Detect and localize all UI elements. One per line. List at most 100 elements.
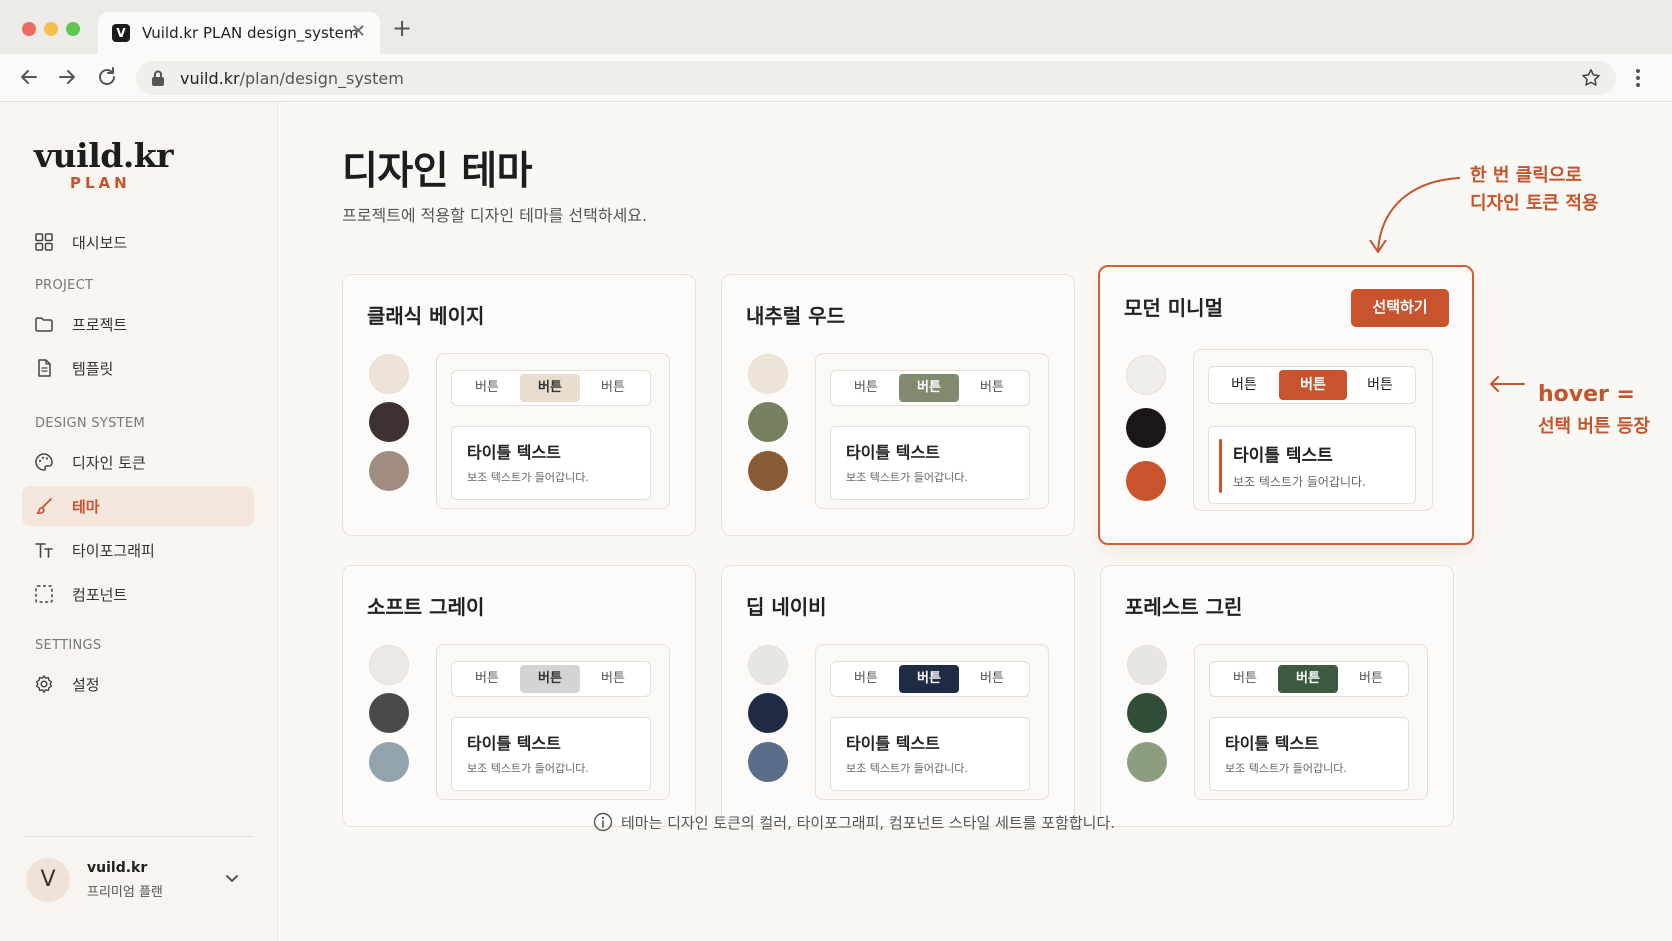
url-text: vuild.kr/plan/design_system [180, 69, 404, 88]
preview-button: 버튼 [601, 380, 625, 395]
section-label-settings: SETTINGS [35, 638, 102, 653]
theme-card[interactable]: 내추럴 우드 버튼 버튼 버튼 타이틀 텍스트 보조 텍스트가 들어갑니다. [721, 274, 1075, 536]
preview-button: 버튼 [899, 374, 959, 402]
address-bar-row: vuild.kr/plan/design_system [0, 54, 1672, 102]
theme-card[interactable]: 딥 네이비 버튼 버튼 버튼 타이틀 텍스트 보조 텍스트가 들어갑니다. [721, 565, 1075, 827]
theme-card[interactable]: 소프트 그레이 버튼 버튼 버튼 타이틀 텍스트 보조 텍스트가 들어갑니다. [342, 565, 696, 827]
preview-title: 타이틀 텍스트 [467, 443, 561, 462]
theme-name: 내추럴 우드 [746, 304, 845, 328]
button-group-preview: 버튼 버튼 버튼 [451, 370, 651, 406]
preview-button: 버튼 [1278, 665, 1338, 693]
maximize-window-button[interactable] [66, 22, 80, 36]
theme-card[interactable]: 클래식 베이지 버튼 버튼 버튼 타이틀 텍스트 보조 텍스트가 들어갑니다. [342, 274, 696, 536]
app: vuild.kr PLAN 대시보드 PROJECT 프로젝트 템플릿 DESI… [0, 102, 1672, 941]
close-window-button[interactable] [22, 22, 36, 36]
theme-name: 모던 미니멀 [1124, 296, 1223, 320]
theme-preview: 버튼 버튼 버튼 타이틀 텍스트 보조 텍스트가 들어갑니다. [815, 353, 1049, 509]
color-swatch [369, 645, 409, 685]
sidebar-item-label: 대시보드 [72, 234, 128, 252]
preview-subtext: 보조 텍스트가 들어갑니다. [1233, 475, 1366, 489]
color-swatch [369, 742, 409, 782]
color-swatch [1126, 408, 1166, 448]
section-label-design-system: DESIGN SYSTEM [35, 416, 145, 431]
preview-button: 버튼 [854, 671, 878, 686]
preview-subtext: 보조 텍스트가 들어갑니다. [467, 762, 589, 775]
accent-bar [1219, 439, 1222, 493]
preview-title: 타이틀 텍스트 [1225, 734, 1319, 753]
forward-arrow-icon[interactable] [54, 64, 80, 90]
document-icon [38, 359, 51, 377]
browser-tab[interactable]: V Vuild.kr PLAN design_system ✕ [98, 12, 380, 54]
preview-button: 버튼 [1279, 370, 1347, 400]
avatar[interactable]: V [26, 858, 70, 902]
preview-button: 버튼 [520, 374, 580, 402]
bookmark-star-icon[interactable] [1580, 67, 1602, 89]
color-swatch [748, 451, 788, 491]
sidebar-item-component[interactable]: 컴포넌트 [22, 574, 254, 614]
sidebar-item-template[interactable]: 템플릿 [22, 348, 254, 388]
text-preview-box: 타이틀 텍스트 보조 텍스트가 들어갑니다. [451, 717, 651, 791]
url-field[interactable]: vuild.kr/plan/design_system [136, 61, 1616, 95]
preview-button: 버튼 [899, 665, 959, 693]
browser-menu-icon[interactable] [1634, 66, 1642, 90]
page-title: 디자인 테마 [342, 149, 532, 194]
preview-button: 버튼 [475, 671, 499, 686]
sidebar-item-typography[interactable]: 타이포그래피 [22, 530, 254, 570]
gear-icon [35, 675, 53, 693]
browser-tab-bar: V Vuild.kr PLAN design_system ✕ + [0, 0, 1672, 54]
hover-annotation-title: hover = [1538, 382, 1635, 407]
folder-icon [35, 317, 53, 332]
sidebar-item-dashboard[interactable]: 대시보드 [22, 222, 254, 262]
chevron-down-icon[interactable] [224, 870, 240, 886]
favicon-icon: V [112, 24, 130, 42]
color-swatch [369, 402, 409, 442]
text-preview-box: 타이틀 텍스트 보조 텍스트가 들어갑니다. [1209, 717, 1409, 791]
theme-card[interactable]: 모던 미니멀 선택하기버튼 버튼 버튼타이틀 텍스트 보조 텍스트가 들어갑니다. [1098, 265, 1474, 545]
preview-button: 버튼 [1231, 377, 1257, 393]
text-preview-box: 타이틀 텍스트 보조 텍스트가 들어갑니다. [830, 426, 1030, 500]
sidebar-item-label: 프로젝트 [72, 316, 128, 334]
sidebar-item-project[interactable]: 프로젝트 [22, 304, 254, 344]
lock-icon [152, 70, 164, 86]
logo[interactable]: vuild.kr [34, 136, 174, 175]
sidebar: vuild.kr PLAN 대시보드 PROJECT 프로젝트 템플릿 DESI… [0, 102, 278, 941]
tab-title: Vuild.kr PLAN design_system [142, 24, 359, 42]
sidebar-item-theme[interactable]: 테마 [22, 486, 254, 526]
text-preview-box: 타이틀 텍스트보조 텍스트가 들어갑니다. [830, 717, 1030, 791]
sidebar-item-label: 설정 [72, 676, 100, 694]
palette-icon [35, 453, 53, 471]
text-preview-box: 타이틀 텍스트 보조 텍스트가 들어갑니다. [1208, 426, 1416, 504]
left-arrow-icon [1490, 376, 1525, 392]
color-swatch [748, 402, 788, 442]
color-swatch [748, 354, 788, 394]
sidebar-item-settings[interactable]: 설정 [22, 664, 254, 704]
hover-annotation-text: 선택 버튼 등장 [1538, 416, 1650, 437]
theme-card[interactable]: 포레스트 그린 버튼 버튼 버튼 타이틀 텍스트 보조 텍스트가 들어갑니다. [1100, 565, 1454, 827]
sidebar-item-design-token[interactable]: 디자인 토큰 [22, 442, 254, 482]
color-swatch [748, 742, 788, 782]
preview-subtext: 보조 텍스트가 들어갑니다. [846, 762, 968, 775]
text-preview-box: 타이틀 텍스트 보조 텍스트가 들어갑니다. [451, 426, 651, 500]
button-group-preview: 버튼 버튼 버튼 [830, 370, 1030, 406]
reload-icon[interactable] [94, 64, 120, 90]
preview-button: 버튼 [854, 380, 878, 395]
button-group-preview: 버튼 버튼 버튼 [1209, 661, 1409, 697]
theme-name: 딥 네이비 [746, 595, 827, 619]
minimize-window-button[interactable] [44, 22, 58, 36]
brush-icon [36, 498, 52, 515]
preview-button: 버튼 [601, 671, 625, 686]
curved-arrow-icon [1369, 177, 1461, 253]
new-tab-button[interactable]: + [392, 14, 412, 42]
select-theme-button[interactable]: 선택하기 [1351, 289, 1449, 327]
preview-title: 타이틀 텍스트 [846, 734, 940, 753]
button-group-preview: 버튼 버튼 버튼 [830, 661, 1030, 697]
color-swatch [369, 451, 409, 491]
tab-close-icon[interactable]: ✕ [351, 22, 366, 42]
color-swatch [369, 354, 409, 394]
back-arrow-icon[interactable] [16, 64, 42, 90]
color-swatch [369, 693, 409, 733]
preview-button: 버튼 [1367, 377, 1393, 393]
logo-sub: PLAN [70, 174, 131, 192]
preview-button: 버튼 [520, 665, 580, 693]
typography-icon [35, 543, 53, 558]
